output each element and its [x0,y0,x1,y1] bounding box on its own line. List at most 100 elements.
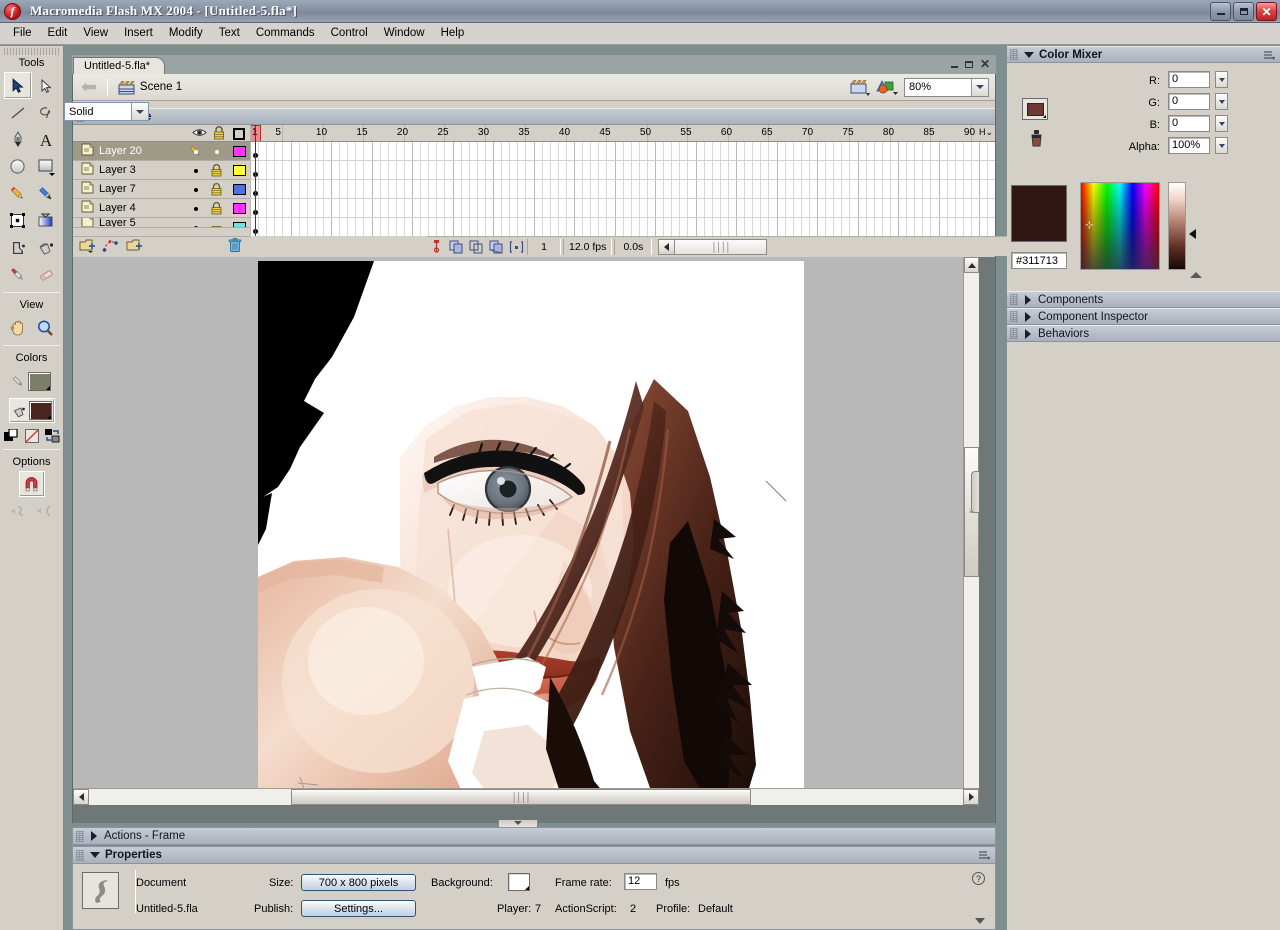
frame-column[interactable] [298,142,300,236]
mixer-brightness-slider[interactable] [1168,182,1196,270]
panel-collapse-flap[interactable] [971,471,979,513]
mixer-b-input[interactable]: 0 [1168,115,1210,132]
frame-column[interactable] [889,142,891,236]
properties-twisty-icon[interactable] [90,852,100,858]
framerate-input[interactable]: 12 [624,873,657,890]
eyedropper-tool[interactable] [4,261,32,288]
layer-visibility-dot[interactable] [194,169,198,173]
fill-transform-tool[interactable] [32,207,60,234]
show-hide-all-layers-icon[interactable] [192,127,207,141]
frame-column[interactable] [290,142,292,236]
frame-column[interactable] [687,142,689,236]
frame-column[interactable] [565,142,567,236]
menu-edit[interactable]: Edit [40,24,76,43]
frame-column[interactable] [946,142,948,236]
frame-column[interactable] [363,142,365,236]
frame-column[interactable] [914,142,916,236]
frame-column[interactable] [987,142,989,236]
frame-column[interactable] [428,142,430,236]
frame-column[interactable] [979,142,980,236]
layer-outline-color[interactable] [233,165,246,176]
frame-column[interactable] [549,142,551,236]
no-color-icon[interactable] [24,429,39,443]
behaviors-grip[interactable] [1010,328,1018,339]
layer-row-0[interactable]: Layer 20 [73,142,250,161]
help-icon[interactable]: ? [972,872,985,885]
layer-row-4[interactable]: Layer 5 [73,218,250,228]
behaviors-twisty-icon[interactable] [1025,328,1031,339]
window-restore-button[interactable] [1233,2,1254,21]
subselection-tool[interactable] [32,72,60,99]
frame-column[interactable] [622,142,624,236]
frame-column[interactable] [638,142,640,236]
timeline-scroll-thumb[interactable]: ││││ [675,238,768,255]
mixer-fill-color-swatch[interactable] [1022,98,1048,120]
color-mixer-grip[interactable] [1010,49,1018,60]
document-size-button[interactable]: 700 x 800 pixels [301,874,416,891]
frame-column[interactable] [331,142,332,236]
frame-column[interactable] [970,142,972,236]
frame-column[interactable] [703,142,705,236]
frame-column[interactable] [606,142,608,236]
onion-skin-outlines-button[interactable] [467,238,485,255]
frame-column[interactable] [258,142,260,236]
arrow-tool[interactable] [3,72,32,99]
frame-column[interactable] [808,142,810,236]
frame-column[interactable] [436,142,438,236]
text-tool[interactable]: A [32,126,60,153]
straighten-icon[interactable] [35,503,55,519]
menu-window[interactable]: Window [376,24,433,43]
mixer-b-stepper[interactable] [1215,115,1228,132]
frame-column[interactable] [509,142,511,236]
frame-column[interactable] [484,142,486,236]
layer-visibility-dot[interactable] [194,226,198,227]
artwork-canvas[interactable] [258,261,804,805]
frame-column[interactable] [938,142,940,236]
component-inspector-twisty-icon[interactable] [1025,311,1031,322]
zoom-input[interactable] [905,78,971,96]
frame-column[interactable] [849,142,851,236]
frame-column[interactable] [250,142,251,236]
swap-colors-icon[interactable] [44,429,60,443]
frame-column[interactable] [962,142,964,236]
mixer-hex-input[interactable]: #311713 [1011,252,1067,269]
eraser-tool[interactable] [32,261,60,288]
pencil-tool[interactable] [4,180,32,207]
frame-column[interactable] [630,142,632,236]
timeline-ruler[interactable]: 151015202530354045505560657075808590H⌄ [250,125,995,142]
mixer-r-stepper[interactable] [1215,71,1228,88]
modify-onion-markers-button[interactable] [507,238,525,255]
doc-minimize-button[interactable] [950,60,958,68]
frame-column[interactable] [825,142,827,236]
fill-type-dropdown-button[interactable] [131,103,148,120]
components-panel-header[interactable]: Components [1007,291,1280,308]
layer-row-1[interactable]: Layer 3 [73,161,250,180]
frame-column[interactable] [557,142,559,236]
frame-column[interactable] [525,142,527,236]
layer-row-3[interactable]: Layer 4 [73,199,250,218]
frame-column[interactable] [590,142,592,236]
zoom-dropdown-button[interactable] [971,78,988,96]
frame-column[interactable] [776,142,778,236]
frame-column[interactable] [517,142,519,236]
layer-locked-icon[interactable] [211,183,222,199]
frames-grid[interactable] [250,142,995,236]
layer-visibility-dot[interactable] [194,207,198,211]
hand-tool[interactable] [4,314,32,341]
frame-column[interactable] [792,142,794,236]
lasso-tool[interactable] [32,99,60,126]
frame-column[interactable] [371,142,373,236]
brush-tool[interactable] [32,180,60,207]
components-twisty-icon[interactable] [1025,294,1031,305]
back-arrow-icon[interactable]: ⬅ [81,78,97,97]
stage-scroll-right-button[interactable] [963,789,979,805]
frame-column[interactable] [314,142,316,236]
layer-outline-color[interactable] [233,146,246,157]
frame-column[interactable] [379,142,381,236]
stage-horizontal-scrollbar[interactable]: ││││ [73,788,979,805]
frame-column[interactable] [841,142,843,236]
window-minimize-button[interactable] [1210,2,1231,21]
frame-column[interactable] [266,142,268,236]
stage-scroll-left-button[interactable] [73,789,89,805]
layer-outline-color[interactable] [233,184,246,195]
